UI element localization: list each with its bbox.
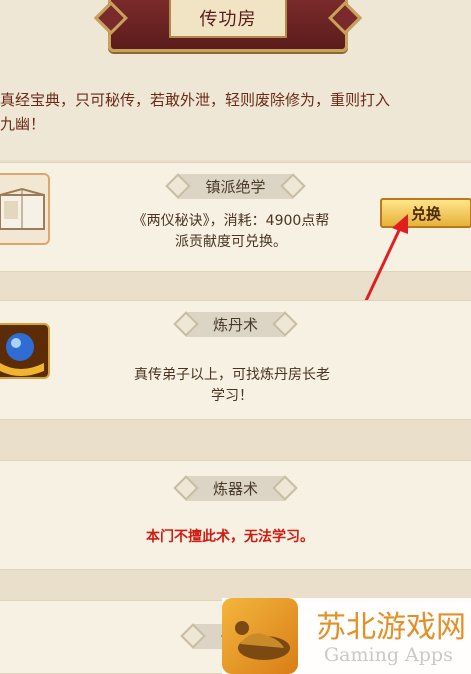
skill-title: 镇派绝学 — [177, 173, 294, 199]
page-title: 传功房 — [169, 0, 287, 38]
intro-text: 真经宝典，只可秘传，若敢外泄，轻则废除修为，重则打入 九幽！ — [0, 88, 460, 136]
skill-desc-line-2: 学习！ — [211, 388, 253, 404]
skill-title: 炼器术 — [184, 475, 286, 501]
skill-desc-line-2: 派贡献度可兑换。 — [175, 234, 287, 250]
watermark-logo-icon — [222, 598, 298, 674]
skill-card-lianqi: 炼器术 本门不擅此术，无法学习。 — [0, 460, 471, 570]
intro-line-1: 真经宝典，只可秘传，若敢外泄，轻则废除修为，重则打入 — [0, 91, 391, 109]
intro-line-2: 九幽！ — [0, 115, 46, 133]
title-banner: 传功房 — [108, 0, 348, 52]
skill-desc-line-1: 《两仪秘诀》，消耗：4900点帮 — [132, 213, 330, 229]
skill-title: 炼丹术 — [184, 311, 286, 337]
skill-desc-line-1: 真传弟子以上，可找炼丹房长老 — [134, 367, 330, 383]
watermark-title: 苏北游戏网 — [316, 610, 466, 645]
crystal-orb-icon — [0, 323, 50, 379]
book-icon — [0, 173, 50, 245]
watermark-subtitle: Gaming Apps — [324, 644, 453, 666]
watermark: 苏北游戏网 Gaming Apps — [222, 598, 471, 674]
skill-card-liandan: 炼丹术 真传弟子以上，可找炼丹房长老 学习！ — [0, 300, 471, 420]
skill-desc-warning: 本门不擅此术，无法学习。 — [146, 529, 314, 545]
